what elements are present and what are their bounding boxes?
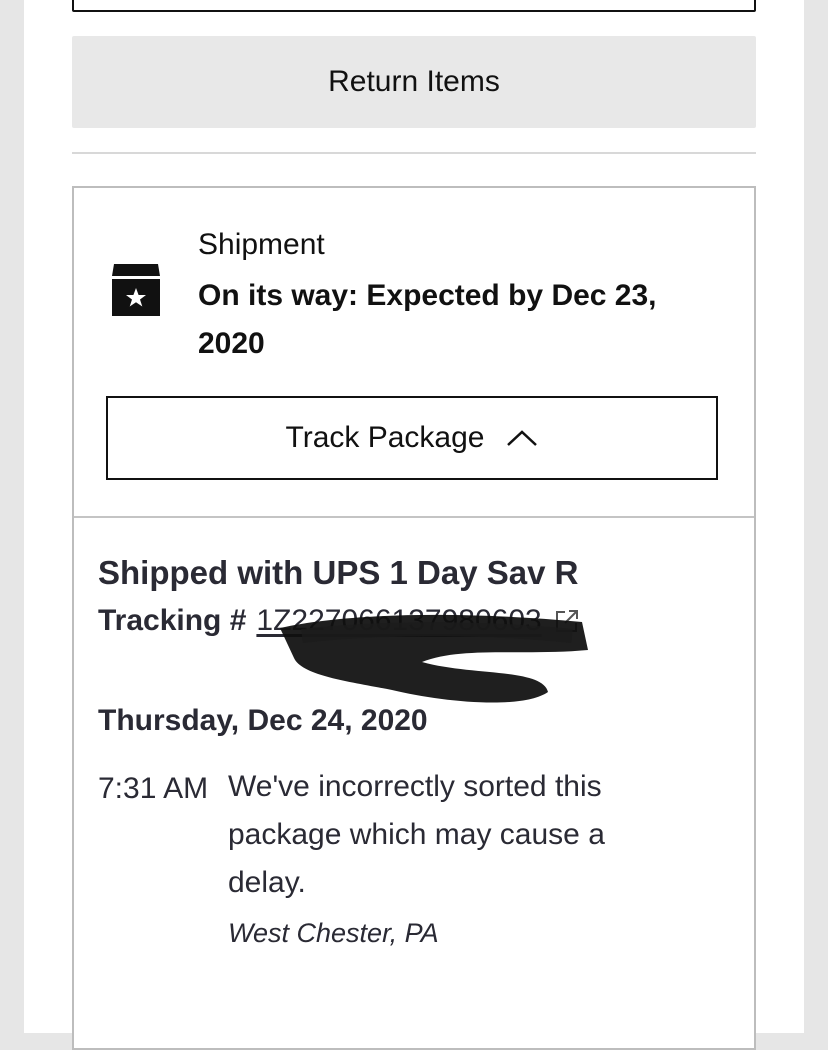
event-location: West Chester, PA — [228, 918, 439, 948]
section-divider — [72, 152, 756, 154]
shipment-card: Shipment On its way: Expected by Dec 23,… — [72, 186, 756, 1050]
order-details-page: Return Items Shipment On its way: Expect… — [24, 0, 804, 1050]
track-package-button[interactable]: Track Package — [106, 396, 718, 480]
chevron-up-icon — [506, 421, 538, 455]
shipment-status: On its way: Expected by Dec 23, 2020 — [198, 279, 657, 360]
shipment-label: Shipment — [198, 228, 325, 261]
tracking-number-label: Tracking # — [98, 604, 247, 637]
event-date-heading: Thursday, Dec 24, 2020 — [98, 704, 428, 737]
redaction-scribble — [272, 606, 592, 716]
carrier-line: Shipped with UPS 1 Day Sav R — [98, 554, 579, 591]
event-description: We've incorrectly sorted this package wh… — [228, 770, 605, 899]
previous-section-button[interactable] — [72, 0, 756, 12]
track-package-label: Track Package — [285, 421, 485, 454]
event-time: 7:31 AM — [98, 772, 209, 805]
return-items-button[interactable]: Return Items — [72, 36, 756, 128]
package-box-star-icon — [110, 260, 162, 318]
card-divider — [74, 516, 754, 518]
